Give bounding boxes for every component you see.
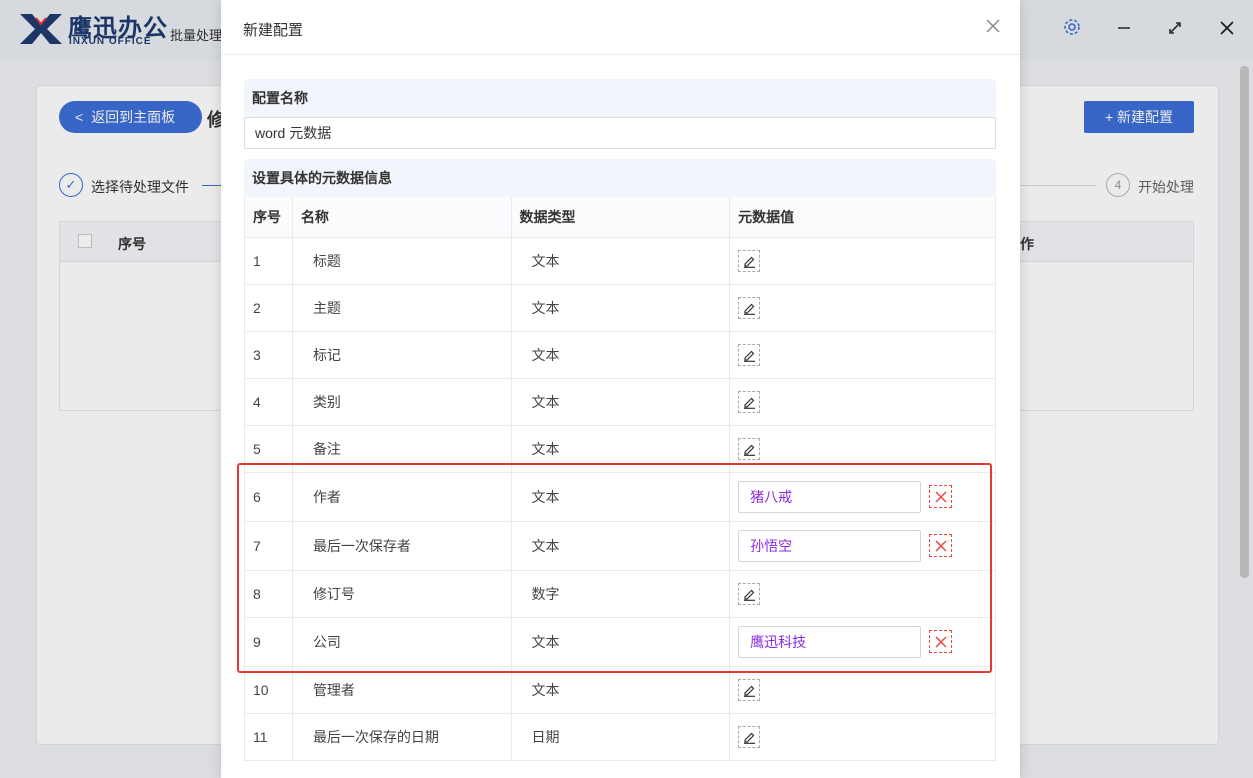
edit-pencil-icon[interactable] (738, 296, 761, 319)
edit-pencil-icon[interactable] (738, 249, 761, 272)
row-name: 标题 (292, 237, 512, 285)
config-name-input[interactable]: word 元数据 (244, 117, 996, 149)
row-name: 作者 (292, 472, 512, 522)
edit-pencil-icon[interactable] (738, 437, 761, 460)
row-type: 文本 (511, 425, 731, 473)
row-name: 类别 (292, 378, 512, 426)
row-value-cell (729, 570, 996, 618)
row-type: 日期 (511, 713, 731, 761)
table-row: 11 最后一次保存的日期 日期 (244, 713, 996, 761)
edit-pencil-icon[interactable] (738, 582, 761, 605)
edit-pencil-icon[interactable] (738, 390, 761, 413)
row-index: 7 (244, 521, 293, 571)
row-index: 5 (244, 425, 293, 473)
row-index: 3 (244, 331, 293, 379)
metadata-table-header: 序号 名称 数据类型 元数据值 (244, 197, 996, 238)
column-index: 序号 (244, 197, 293, 238)
row-index: 8 (244, 570, 293, 618)
dialog-close-icon[interactable] (983, 16, 1003, 36)
metadata-value-input[interactable]: 孙悟空 (738, 529, 922, 562)
row-value-cell (729, 713, 996, 761)
row-type: 文本 (511, 378, 731, 426)
row-type: 文本 (511, 331, 731, 379)
row-name: 最后一次保存的日期 (292, 713, 512, 761)
row-name: 主题 (292, 284, 512, 332)
column-name: 名称 (292, 197, 512, 238)
row-type: 文本 (511, 472, 731, 522)
row-value-cell: 孙悟空 (729, 521, 996, 571)
table-row: 8 修订号 数字 (244, 570, 996, 618)
row-value-cell: 鹰迅科技 (729, 617, 996, 667)
table-row: 4 类别 文本 (244, 378, 996, 426)
row-index: 2 (244, 284, 293, 332)
row-value-cell: 猪八戒 (729, 472, 996, 522)
metadata-section-label: 设置具体的元数据信息 (244, 159, 996, 197)
table-row: 10 管理者 文本 (244, 666, 996, 714)
config-name-section-label: 配置名称 (244, 79, 996, 117)
row-value-cell (729, 237, 996, 285)
metadata-value-input[interactable]: 猪八戒 (738, 480, 922, 513)
edit-pencil-icon[interactable] (738, 678, 761, 701)
column-value: 元数据值 (729, 197, 996, 238)
table-row: 3 标记 文本 (244, 331, 996, 379)
row-name: 最后一次保存者 (292, 521, 512, 571)
row-name: 标记 (292, 331, 512, 379)
row-value-cell (729, 284, 996, 332)
clear-value-icon[interactable] (929, 630, 953, 653)
edit-pencil-icon[interactable] (738, 725, 761, 748)
row-value-cell (729, 425, 996, 473)
row-type: 文本 (511, 521, 731, 571)
row-value-cell (729, 331, 996, 379)
row-name: 备注 (292, 425, 512, 473)
clear-value-icon[interactable] (929, 534, 953, 557)
dialog-title: 新建配置 (243, 22, 304, 39)
row-type: 数字 (511, 570, 731, 618)
column-type: 数据类型 (511, 197, 731, 238)
row-index: 6 (244, 472, 293, 522)
table-row: 5 备注 文本 (244, 425, 996, 473)
row-index: 1 (244, 237, 293, 285)
table-row: 6 作者 文本 猪八戒 (244, 472, 996, 522)
row-value-cell (729, 378, 996, 426)
dialog-header: 新建配置 (221, 0, 1020, 55)
row-index: 4 (244, 378, 293, 426)
metadata-value-input[interactable]: 鹰迅科技 (738, 625, 922, 658)
row-type: 文本 (511, 284, 731, 332)
row-name: 公司 (292, 617, 512, 667)
table-row: 2 主题 文本 (244, 284, 996, 332)
row-type: 文本 (511, 666, 731, 714)
new-config-dialog: 新建配置 配置名称 word 元数据 设置具体的元数据信息 序号 名称 数据类型… (221, 0, 1020, 778)
table-row: 7 最后一次保存者 文本 孙悟空 (244, 521, 996, 571)
row-name: 管理者 (292, 666, 512, 714)
row-index: 10 (244, 666, 293, 714)
metadata-table: 序号 名称 数据类型 元数据值 1 标题 文本 2 主题 文本 3 标记 文本 … (244, 197, 996, 761)
row-index: 11 (244, 713, 293, 761)
row-value-cell (729, 666, 996, 714)
row-index: 9 (244, 617, 293, 667)
edit-pencil-icon[interactable] (738, 343, 761, 366)
table-row: 9 公司 文本 鹰迅科技 (244, 617, 996, 667)
row-type: 文本 (511, 617, 731, 667)
row-type: 文本 (511, 237, 731, 285)
row-name: 修订号 (292, 570, 512, 618)
table-row: 1 标题 文本 (244, 237, 996, 285)
clear-value-icon[interactable] (929, 485, 953, 508)
